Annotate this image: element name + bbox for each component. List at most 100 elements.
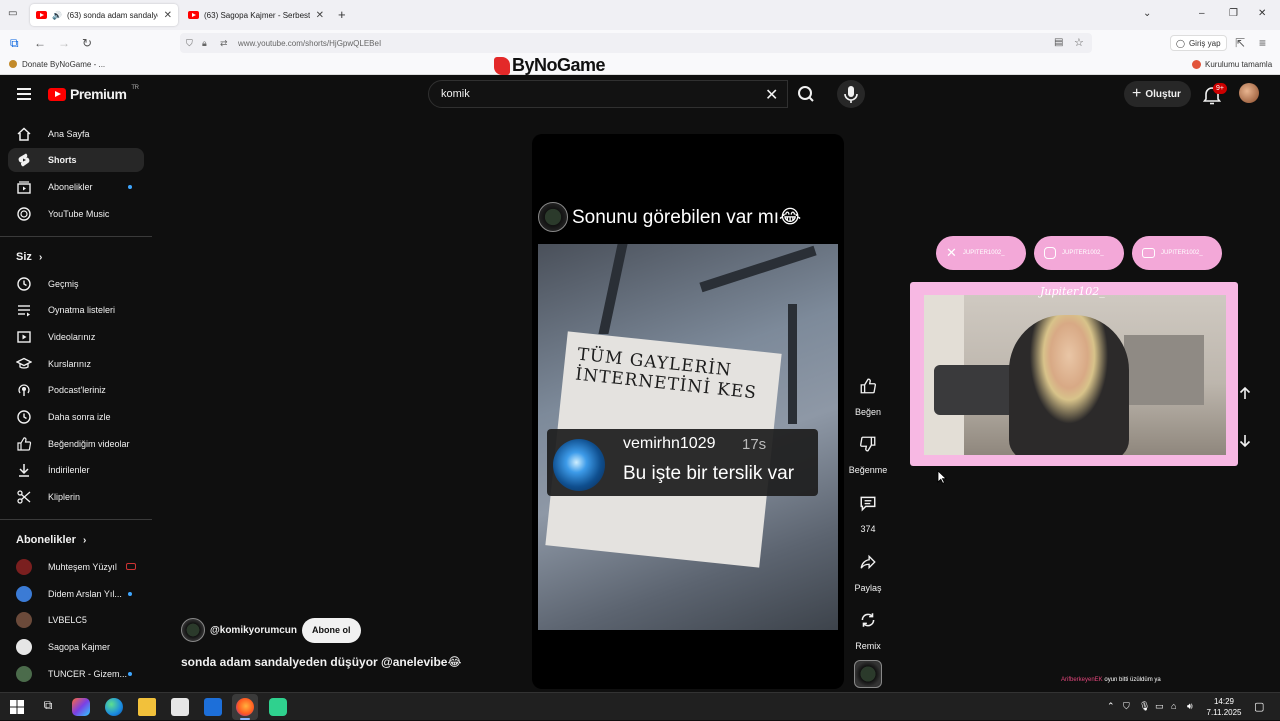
short-description[interactable]: sonda adam sandalyeden düşüyor @anelevib… bbox=[181, 655, 461, 669]
back-icon[interactable]: ← bbox=[34, 36, 46, 50]
share-icon bbox=[851, 545, 885, 579]
reload-icon[interactable]: ↻ bbox=[82, 36, 92, 50]
setup-favicon-icon bbox=[1192, 60, 1201, 69]
bookmark-star-icon[interactable]: ☆ bbox=[1074, 36, 1084, 49]
volume-icon[interactable]: 🔊︎ bbox=[1187, 701, 1193, 712]
new-content-dot bbox=[128, 672, 132, 676]
sidebar-sub-sagopa-kajmer[interactable]: Sagopa Kajmer bbox=[8, 635, 144, 659]
tray-display-icon[interactable]: ▭ bbox=[1155, 701, 1164, 712]
sidebar-item-downloads[interactable]: İndirilenler bbox=[8, 458, 144, 482]
mail-icon[interactable] bbox=[204, 698, 222, 716]
tray-mic-icon[interactable]: 🎙︎ bbox=[1139, 701, 1150, 712]
sidebar-item-clips[interactable]: Kliplerin bbox=[8, 485, 144, 509]
tracking-shield-icon[interactable]: ⛉ bbox=[186, 38, 193, 49]
channel-handle[interactable]: @komikyorumcun bbox=[210, 625, 297, 636]
network-icon[interactable]: ⌂ bbox=[1171, 701, 1176, 711]
reader-view-icon[interactable]: ▤ bbox=[1054, 37, 1063, 48]
notification-center-icon[interactable]: ▢ bbox=[1254, 700, 1264, 713]
sidebar-item-your-videos[interactable]: Videolarınız bbox=[8, 325, 144, 349]
menu-icon[interactable]: ≡ bbox=[1259, 36, 1266, 50]
search-icon bbox=[798, 86, 814, 102]
sidebar-item-history[interactable]: Geçmiş bbox=[8, 272, 144, 296]
minimize-icon[interactable]: – bbox=[1199, 8, 1205, 19]
courses-icon bbox=[16, 356, 32, 372]
extensions-icon[interactable]: ⇱ bbox=[1235, 36, 1245, 50]
forward-icon[interactable]: → bbox=[58, 36, 70, 50]
sign-in-button[interactable]: ◯ Giriş yap bbox=[1170, 35, 1227, 51]
tab-sagopa[interactable]: (63) Sagopa Kajmer - Serbest (C ✕ bbox=[182, 4, 330, 26]
shorts-player[interactable]: Sonunu görebilen var mı😂 TÜM GAYLERİN İN… bbox=[532, 134, 844, 689]
start-button[interactable] bbox=[8, 698, 26, 716]
file-explorer-icon[interactable] bbox=[138, 698, 156, 716]
url-bar[interactable]: ⛉ 🔒︎ ⇄ www.youtube.com/shorts/HjGpwQLEBe… bbox=[180, 33, 1092, 53]
sidebar-sub-tuncer[interactable]: TUNCER - Gizem... bbox=[8, 662, 144, 686]
liked-icon bbox=[16, 436, 32, 452]
mic-icon bbox=[844, 86, 858, 103]
dislike-button[interactable]: Beğenme bbox=[847, 427, 889, 475]
bookmark-donate[interactable]: Donate ByNoGame - ... bbox=[22, 60, 105, 69]
sidebar-item-podcasts[interactable]: Podcast'leriniz bbox=[8, 378, 144, 402]
create-button[interactable]: + Oluştur bbox=[1124, 81, 1191, 107]
remix-button[interactable]: Remix bbox=[847, 603, 889, 651]
masthead: Premium TR komik ✕ + Oluştur 9+ bbox=[0, 75, 1280, 115]
system-clock[interactable]: 14:29 7.11.2025 bbox=[1200, 696, 1248, 718]
chevron-right-icon: › bbox=[82, 535, 87, 546]
subscribe-button[interactable]: Abone ol bbox=[302, 618, 361, 643]
sidebar-toggle-icon[interactable]: ⧉ bbox=[10, 36, 19, 51]
copilot-icon[interactable] bbox=[72, 698, 90, 716]
close-tab-icon[interactable]: ✕ bbox=[316, 10, 324, 21]
window-close-icon[interactable]: ✕ bbox=[1258, 8, 1266, 19]
webcam-feed bbox=[924, 295, 1226, 455]
sidebar-sub-didem-arslan[interactable]: Didem Arslan Yıl... bbox=[8, 582, 144, 606]
tray-app-icon[interactable]: ⛉ bbox=[1123, 701, 1130, 712]
app-icon[interactable] bbox=[269, 698, 287, 716]
new-tab-icon[interactable]: + bbox=[338, 7, 346, 22]
tab-shorts[interactable]: 🔊 (63) sonda adam sandalyed ✕ bbox=[30, 4, 178, 26]
tab-list-icon[interactable]: ▭ bbox=[8, 8, 17, 19]
tray-chevron-icon[interactable]: ⌃ bbox=[1107, 701, 1115, 712]
chair-bar bbox=[699, 245, 817, 293]
sidebar-item-watch-later[interactable]: Daha sonra izle bbox=[8, 405, 144, 429]
sidebar-item-subscriptions[interactable]: Abonelikler bbox=[8, 175, 144, 199]
avatar[interactable] bbox=[1239, 83, 1259, 103]
bookmark-setup[interactable]: Kurulumu tamamla bbox=[1205, 60, 1272, 69]
sidebar-item-courses[interactable]: Kurslarınız bbox=[8, 352, 144, 376]
task-view-icon[interactable]: ⧉ bbox=[39, 698, 57, 716]
short-video-frame[interactable]: TÜM GAYLERİN İNTERNETİNİ KES vemirhn1029… bbox=[538, 244, 838, 630]
sidebar-item-shorts[interactable]: Shorts bbox=[8, 148, 144, 172]
audio-icon[interactable]: 🔊 bbox=[52, 11, 62, 20]
lock-icon[interactable]: 🔒︎ bbox=[202, 38, 207, 49]
edge-icon[interactable] bbox=[105, 698, 123, 716]
sidebar-sub-muhtesem-yuzyil[interactable]: Muhteşem Yüzyıl bbox=[8, 555, 144, 579]
windows-logo-icon bbox=[10, 700, 24, 714]
social-youtube-badge: JUPITER1002_ bbox=[1132, 236, 1222, 270]
sidebar-item-playlists[interactable]: Oynatma listeleri bbox=[8, 298, 144, 322]
close-tab-icon[interactable]: ✕ bbox=[164, 10, 172, 21]
channel-avatar[interactable] bbox=[181, 618, 205, 642]
search-input[interactable]: komik bbox=[428, 80, 788, 108]
permissions-icon[interactable]: ⇄ bbox=[220, 38, 228, 49]
hamburger-menu-icon[interactable] bbox=[17, 88, 31, 100]
sidebar-you-header[interactable]: Siz › bbox=[16, 251, 42, 263]
youtube-logo[interactable]: Premium TR bbox=[48, 85, 139, 102]
share-button[interactable]: Paylaş bbox=[847, 545, 889, 593]
comments-button[interactable]: 374 bbox=[847, 486, 889, 534]
live-icon bbox=[126, 563, 136, 570]
sidebar-item-liked-videos[interactable]: Beğendiğim videolar bbox=[8, 432, 144, 456]
sidebar-item-youtube-music[interactable]: YouTube Music bbox=[8, 202, 144, 226]
voice-search-button[interactable] bbox=[837, 80, 865, 108]
sidebar-subscriptions-header[interactable]: Abonelikler › bbox=[16, 534, 86, 546]
chevron-down-icon[interactable]: ⌄ bbox=[1143, 8, 1151, 19]
like-button[interactable]: Beğen bbox=[847, 369, 889, 417]
x-logo-icon: ✕ bbox=[946, 245, 957, 260]
channel-thumbnail[interactable] bbox=[854, 660, 882, 688]
store-icon[interactable] bbox=[171, 698, 189, 716]
clear-search-icon[interactable]: ✕ bbox=[765, 85, 778, 105]
history-icon bbox=[16, 276, 32, 292]
sidebar-item-home[interactable]: Ana Sayfa bbox=[8, 122, 144, 146]
search-button[interactable] bbox=[788, 80, 826, 108]
firefox-icon[interactable] bbox=[236, 698, 254, 716]
sidebar-sub-lvbelc5[interactable]: LVBELC5 bbox=[8, 608, 144, 632]
restore-icon[interactable]: ❐ bbox=[1229, 8, 1238, 19]
browser-tab-bar: ▭ 🔊 (63) sonda adam sandalyed ✕ (63) Sag… bbox=[0, 0, 1280, 30]
